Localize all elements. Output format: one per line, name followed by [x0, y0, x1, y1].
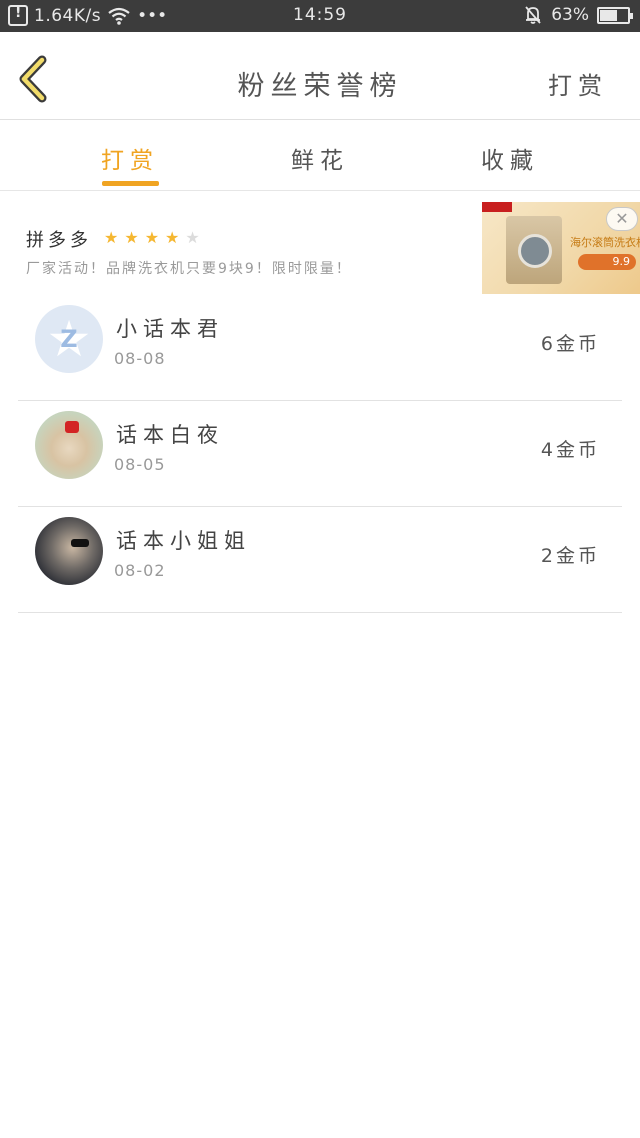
fan-date: 08-08 [114, 349, 166, 368]
star-filled-icon: ★ [144, 228, 160, 247]
fan-list: ★ Z 小话本君 08-08 6金币 话本白夜 08-05 4金币 话本小姐姐 … [0, 295, 640, 613]
ad-close-icon[interactable]: ✕ [606, 207, 638, 231]
fan-coins: 2金币 [540, 545, 600, 567]
mute-bell-icon [525, 6, 541, 24]
washer-door [518, 234, 552, 268]
status-right: 63% [523, 5, 633, 25]
fan-coins: 6金币 [540, 333, 600, 355]
fan-name: 话本白夜 [116, 423, 224, 447]
fan-name: 话本小姐姐 [116, 529, 251, 553]
list-item[interactable]: 话本白夜 08-05 4金币 [18, 401, 622, 507]
z-logo-icon: Z [60, 325, 78, 353]
fan-coins: 4金币 [540, 439, 600, 461]
battery-icon [597, 6, 633, 24]
ad-image-headline: 海尔滚筒洗衣机 [570, 236, 640, 249]
tab-tip[interactable]: 打赏 [70, 141, 190, 175]
ad-description: 厂家活动！品牌洗衣机只要9块9！限时限量！ [26, 261, 352, 277]
page-title: 粉丝荣誉榜 [237, 71, 403, 102]
tip-button[interactable]: 打赏 [548, 66, 608, 101]
star-filled-icon: ★ [104, 228, 119, 247]
avatar [35, 517, 103, 585]
list-item[interactable]: ★ Z 小话本君 08-08 6金币 [18, 295, 622, 401]
app-header: 粉丝荣誉榜 打赏 [0, 32, 640, 120]
star-empty-icon: ★ [185, 228, 200, 247]
battery-fill [600, 9, 617, 21]
ad-banner[interactable]: 拼多多 ★ ★ ★ ★ ★ 厂家活动！品牌洗衣机只要9块9！限时限量！ 海尔滚筒洗衣机 … [0, 192, 640, 295]
star-filled-icon: ★ [165, 228, 180, 247]
sunglasses [71, 539, 89, 547]
red-bow [65, 421, 79, 433]
ad-rating-stars: ★ ★ ★ ★ ★ [104, 228, 200, 247]
fan-date: 08-05 [114, 455, 166, 474]
ad-brand: 拼多多 [26, 230, 92, 251]
tab-flowers[interactable]: 鲜花 [260, 141, 380, 175]
battery-percent: 63% [551, 5, 589, 25]
status-bar: 1.64K/s ••• 14:59 63% [0, 0, 640, 32]
fan-date: 08-02 [114, 561, 166, 580]
tab-bar: 打赏 鲜花 收藏 [0, 121, 640, 191]
tab-favorites[interactable]: 收藏 [450, 141, 570, 175]
ad-tag [482, 202, 512, 212]
star-filled-icon: ★ [124, 228, 139, 247]
list-item[interactable]: 话本小姐姐 08-02 2金币 [18, 507, 622, 613]
active-tab-indicator [102, 181, 159, 186]
ad-image-price: 9.9 [578, 254, 636, 270]
avatar: ★ Z [35, 305, 103, 373]
fan-name: 小话本君 [116, 317, 224, 341]
avatar [35, 411, 103, 479]
washing-machine-image [506, 216, 562, 284]
